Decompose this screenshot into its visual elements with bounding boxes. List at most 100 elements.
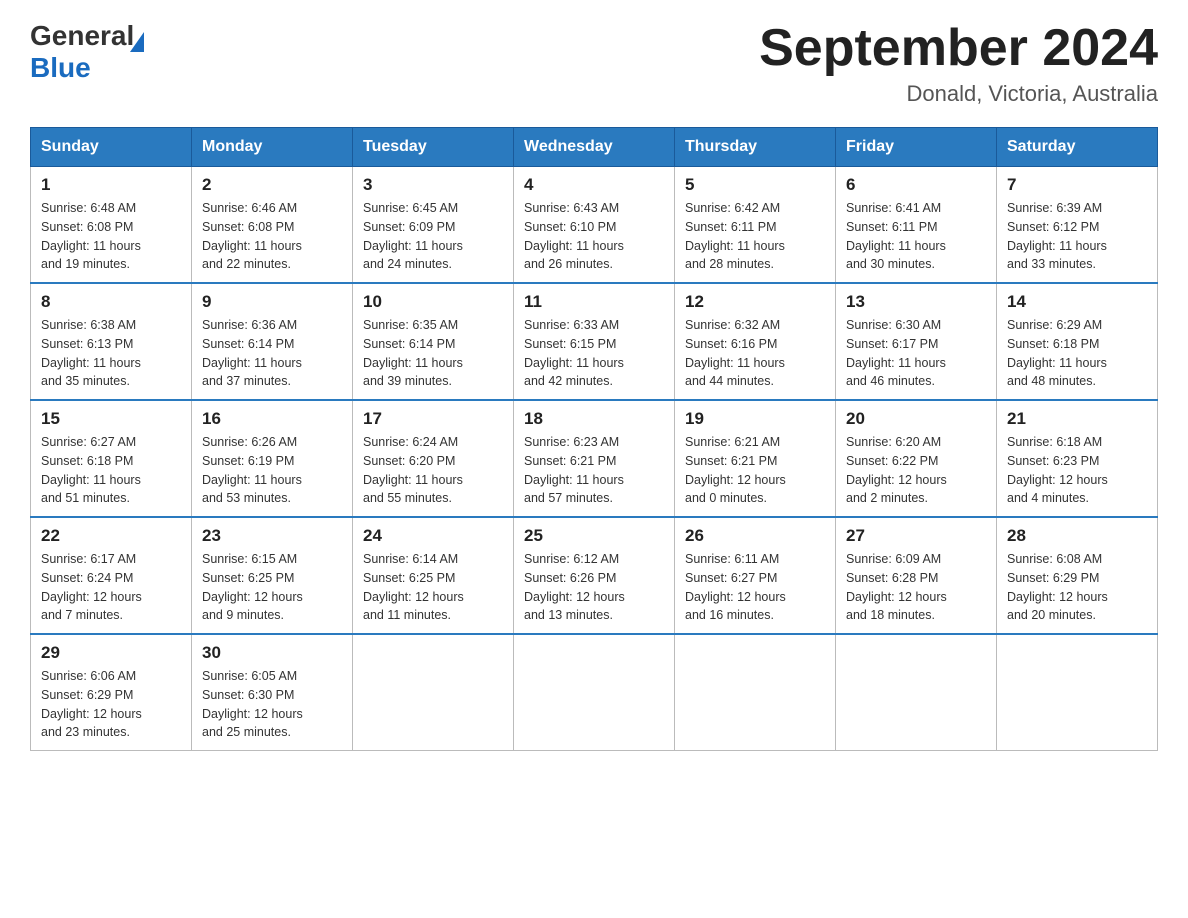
day-number: 30	[202, 643, 342, 663]
day-number: 21	[1007, 409, 1147, 429]
calendar-week-row: 1Sunrise: 6:48 AMSunset: 6:08 PMDaylight…	[31, 167, 1158, 284]
day-number: 12	[685, 292, 825, 312]
weekday-header-row: SundayMondayTuesdayWednesdayThursdayFrid…	[31, 128, 1158, 167]
day-info: Sunrise: 6:08 AMSunset: 6:29 PMDaylight:…	[1007, 550, 1147, 625]
calendar-cell: 3 Sunrise: 6:45 AMSunset: 6:09 PMDaylight…	[353, 167, 514, 284]
day-info: Sunrise: 6:46 AMSunset: 6:08 PMDaylight:…	[202, 199, 342, 274]
calendar-cell: 26 Sunrise: 6:11 AMSunset: 6:27 PMDayligh…	[675, 517, 836, 634]
calendar-cell: 8 Sunrise: 6:38 AMSunset: 6:13 PMDaylight…	[31, 283, 192, 400]
day-info: Sunrise: 6:21 AMSunset: 6:21 PMDaylight:…	[685, 433, 825, 508]
weekday-header-tuesday: Tuesday	[353, 128, 514, 167]
calendar-cell	[997, 634, 1158, 751]
calendar-cell: 18Sunrise: 6:23 AMSunset: 6:21 PMDayligh…	[514, 400, 675, 517]
day-info: Sunrise: 6:05 AMSunset: 6:30 PMDaylight:…	[202, 667, 342, 742]
day-number: 20	[846, 409, 986, 429]
calendar-cell: 5 Sunrise: 6:42 AMSunset: 6:11 PMDaylight…	[675, 167, 836, 284]
calendar-cell: 7 Sunrise: 6:39 AMSunset: 6:12 PMDaylight…	[997, 167, 1158, 284]
day-info: Sunrise: 6:35 AMSunset: 6:14 PMDaylight:…	[363, 316, 503, 391]
day-info: Sunrise: 6:39 AMSunset: 6:12 PMDaylight:…	[1007, 199, 1147, 274]
day-number: 28	[1007, 526, 1147, 546]
title-section: September 2024 Donald, Victoria, Austral…	[759, 20, 1158, 107]
day-number: 3	[363, 175, 503, 195]
weekday-header-thursday: Thursday	[675, 128, 836, 167]
calendar-subtitle: Donald, Victoria, Australia	[759, 81, 1158, 107]
day-number: 9	[202, 292, 342, 312]
day-number: 24	[363, 526, 503, 546]
calendar-cell: 6 Sunrise: 6:41 AMSunset: 6:11 PMDaylight…	[836, 167, 997, 284]
day-number: 1	[41, 175, 181, 195]
day-info: Sunrise: 6:27 AMSunset: 6:18 PMDaylight:…	[41, 433, 181, 508]
day-info: Sunrise: 6:14 AMSunset: 6:25 PMDaylight:…	[363, 550, 503, 625]
calendar-cell: 21 Sunrise: 6:18 AMSunset: 6:23 PMDayligh…	[997, 400, 1158, 517]
day-number: 15	[41, 409, 181, 429]
calendar-cell: 23Sunrise: 6:15 AMSunset: 6:25 PMDayligh…	[192, 517, 353, 634]
logo: General Blue	[30, 20, 144, 84]
day-info: Sunrise: 6:29 AMSunset: 6:18 PMDaylight:…	[1007, 316, 1147, 391]
calendar-cell: 22 Sunrise: 6:17 AMSunset: 6:24 PMDayligh…	[31, 517, 192, 634]
day-number: 19	[685, 409, 825, 429]
calendar-week-row: 15 Sunrise: 6:27 AMSunset: 6:18 PMDayligh…	[31, 400, 1158, 517]
calendar-cell: 13 Sunrise: 6:30 AMSunset: 6:17 PMDayligh…	[836, 283, 997, 400]
day-info: Sunrise: 6:36 AMSunset: 6:14 PMDaylight:…	[202, 316, 342, 391]
day-number: 25	[524, 526, 664, 546]
weekday-header-wednesday: Wednesday	[514, 128, 675, 167]
day-info: Sunrise: 6:15 AMSunset: 6:25 PMDaylight:…	[202, 550, 342, 625]
day-info: Sunrise: 6:33 AMSunset: 6:15 PMDaylight:…	[524, 316, 664, 391]
calendar-cell: 4 Sunrise: 6:43 AMSunset: 6:10 PMDaylight…	[514, 167, 675, 284]
day-number: 14	[1007, 292, 1147, 312]
day-info: Sunrise: 6:26 AMSunset: 6:19 PMDaylight:…	[202, 433, 342, 508]
day-info: Sunrise: 6:42 AMSunset: 6:11 PMDaylight:…	[685, 199, 825, 274]
calendar-cell: 12 Sunrise: 6:32 AMSunset: 6:16 PMDayligh…	[675, 283, 836, 400]
day-info: Sunrise: 6:43 AMSunset: 6:10 PMDaylight:…	[524, 199, 664, 274]
day-info: Sunrise: 6:41 AMSunset: 6:11 PMDaylight:…	[846, 199, 986, 274]
calendar-cell: 9 Sunrise: 6:36 AMSunset: 6:14 PMDaylight…	[192, 283, 353, 400]
calendar-cell: 28 Sunrise: 6:08 AMSunset: 6:29 PMDayligh…	[997, 517, 1158, 634]
day-number: 6	[846, 175, 986, 195]
calendar-cell	[675, 634, 836, 751]
calendar-cell: 14 Sunrise: 6:29 AMSunset: 6:18 PMDayligh…	[997, 283, 1158, 400]
logo-triangle-icon	[130, 32, 144, 52]
day-info: Sunrise: 6:45 AMSunset: 6:09 PMDaylight:…	[363, 199, 503, 274]
day-number: 10	[363, 292, 503, 312]
day-info: Sunrise: 6:23 AMSunset: 6:21 PMDaylight:…	[524, 433, 664, 508]
day-number: 7	[1007, 175, 1147, 195]
logo-general-text: General	[30, 20, 134, 52]
weekday-header-sunday: Sunday	[31, 128, 192, 167]
day-info: Sunrise: 6:38 AMSunset: 6:13 PMDaylight:…	[41, 316, 181, 391]
calendar-cell: 24 Sunrise: 6:14 AMSunset: 6:25 PMDayligh…	[353, 517, 514, 634]
day-number: 26	[685, 526, 825, 546]
weekday-header-saturday: Saturday	[997, 128, 1158, 167]
calendar-cell: 29Sunrise: 6:06 AMSunset: 6:29 PMDayligh…	[31, 634, 192, 751]
calendar-cell: 20Sunrise: 6:20 AMSunset: 6:22 PMDayligh…	[836, 400, 997, 517]
day-info: Sunrise: 6:32 AMSunset: 6:16 PMDaylight:…	[685, 316, 825, 391]
calendar-cell	[353, 634, 514, 751]
day-info: Sunrise: 6:11 AMSunset: 6:27 PMDaylight:…	[685, 550, 825, 625]
calendar-cell: 15 Sunrise: 6:27 AMSunset: 6:18 PMDayligh…	[31, 400, 192, 517]
calendar-cell: 10 Sunrise: 6:35 AMSunset: 6:14 PMDayligh…	[353, 283, 514, 400]
day-number: 2	[202, 175, 342, 195]
day-info: Sunrise: 6:18 AMSunset: 6:23 PMDaylight:…	[1007, 433, 1147, 508]
day-number: 17	[363, 409, 503, 429]
calendar-cell: 19 Sunrise: 6:21 AMSunset: 6:21 PMDayligh…	[675, 400, 836, 517]
calendar-cell: 16 Sunrise: 6:26 AMSunset: 6:19 PMDayligh…	[192, 400, 353, 517]
calendar-week-row: 22 Sunrise: 6:17 AMSunset: 6:24 PMDayligh…	[31, 517, 1158, 634]
calendar-cell: 30 Sunrise: 6:05 AMSunset: 6:30 PMDayligh…	[192, 634, 353, 751]
calendar-cell: 2 Sunrise: 6:46 AMSunset: 6:08 PMDaylight…	[192, 167, 353, 284]
day-info: Sunrise: 6:30 AMSunset: 6:17 PMDaylight:…	[846, 316, 986, 391]
day-number: 16	[202, 409, 342, 429]
day-info: Sunrise: 6:17 AMSunset: 6:24 PMDaylight:…	[41, 550, 181, 625]
logo-blue-text: Blue	[30, 52, 91, 84]
day-number: 11	[524, 292, 664, 312]
calendar-cell: 27Sunrise: 6:09 AMSunset: 6:28 PMDayligh…	[836, 517, 997, 634]
day-number: 5	[685, 175, 825, 195]
calendar-cell: 17Sunrise: 6:24 AMSunset: 6:20 PMDayligh…	[353, 400, 514, 517]
day-number: 4	[524, 175, 664, 195]
day-number: 8	[41, 292, 181, 312]
calendar-cell	[514, 634, 675, 751]
weekday-header-monday: Monday	[192, 128, 353, 167]
weekday-header-friday: Friday	[836, 128, 997, 167]
day-number: 13	[846, 292, 986, 312]
day-number: 22	[41, 526, 181, 546]
calendar-cell: 1Sunrise: 6:48 AMSunset: 6:08 PMDaylight…	[31, 167, 192, 284]
calendar-title: September 2024	[759, 20, 1158, 77]
